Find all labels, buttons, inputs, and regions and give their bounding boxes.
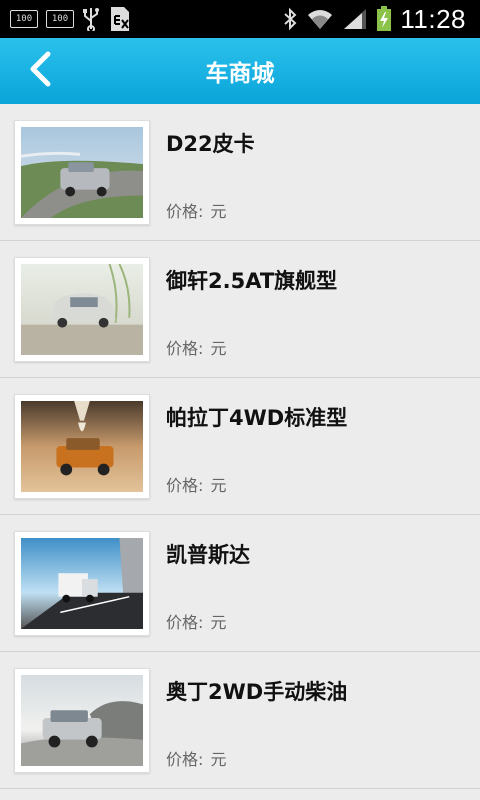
product-name: 凯普斯达: [166, 543, 250, 567]
sd-card-icon: [108, 6, 132, 32]
list-item[interactable]: 凯普斯达 价格: 元: [0, 515, 480, 652]
price-label: 价格:: [166, 613, 204, 632]
status-bar: 100 100 11:28: [0, 0, 480, 38]
price-label: 价格:: [166, 202, 204, 221]
title-bar: 车商城: [0, 38, 480, 104]
signal-icon: [342, 7, 368, 31]
product-price: 价格: 元: [166, 609, 227, 633]
list-item[interactable]: D22皮卡 价格: 元: [0, 104, 480, 241]
battery-charging-icon: [376, 6, 392, 32]
wifi-icon: [306, 7, 334, 31]
product-price: 价格: 元: [166, 335, 227, 359]
product-thumbnail: [14, 668, 150, 773]
bluetooth-icon: [282, 7, 298, 31]
product-name: 奥丁2WD手动柴油: [166, 680, 348, 704]
price-label: 价格:: [166, 476, 204, 495]
price-label: 价格:: [166, 750, 204, 769]
notification-badge-1: 100: [10, 10, 38, 28]
product-thumbnail: [14, 531, 150, 636]
price-unit: 元: [210, 339, 227, 358]
product-name: 帕拉丁4WD标准型: [166, 406, 348, 430]
notification-badge-2: 100: [46, 10, 74, 28]
product-list: D22皮卡 价格: 元 御轩2.5AT旗舰型 价格: 元 帕拉丁4WD标准型 价…: [0, 104, 480, 789]
product-price: 价格: 元: [166, 472, 227, 496]
product-price: 价格: 元: [166, 746, 227, 770]
product-thumbnail: [14, 257, 150, 362]
back-arrow-icon: [28, 51, 52, 91]
product-price: 价格: 元: [166, 198, 227, 222]
price-unit: 元: [210, 476, 227, 495]
product-thumbnail: [14, 394, 150, 499]
product-name: D22皮卡: [166, 132, 255, 156]
list-item[interactable]: 帕拉丁4WD标准型 价格: 元: [0, 378, 480, 515]
page-title: 车商城: [205, 61, 275, 87]
usb-icon: [82, 7, 100, 31]
list-item[interactable]: 奥丁2WD手动柴油 价格: 元: [0, 652, 480, 789]
list-item[interactable]: 御轩2.5AT旗舰型 价格: 元: [0, 241, 480, 378]
price-label: 价格:: [166, 339, 204, 358]
back-button[interactable]: [20, 51, 60, 91]
product-name: 御轩2.5AT旗舰型: [166, 269, 338, 293]
price-unit: 元: [210, 202, 227, 221]
product-thumbnail: [14, 120, 150, 225]
price-unit: 元: [210, 613, 227, 632]
clock: 11:28: [400, 3, 466, 34]
price-unit: 元: [210, 750, 227, 769]
